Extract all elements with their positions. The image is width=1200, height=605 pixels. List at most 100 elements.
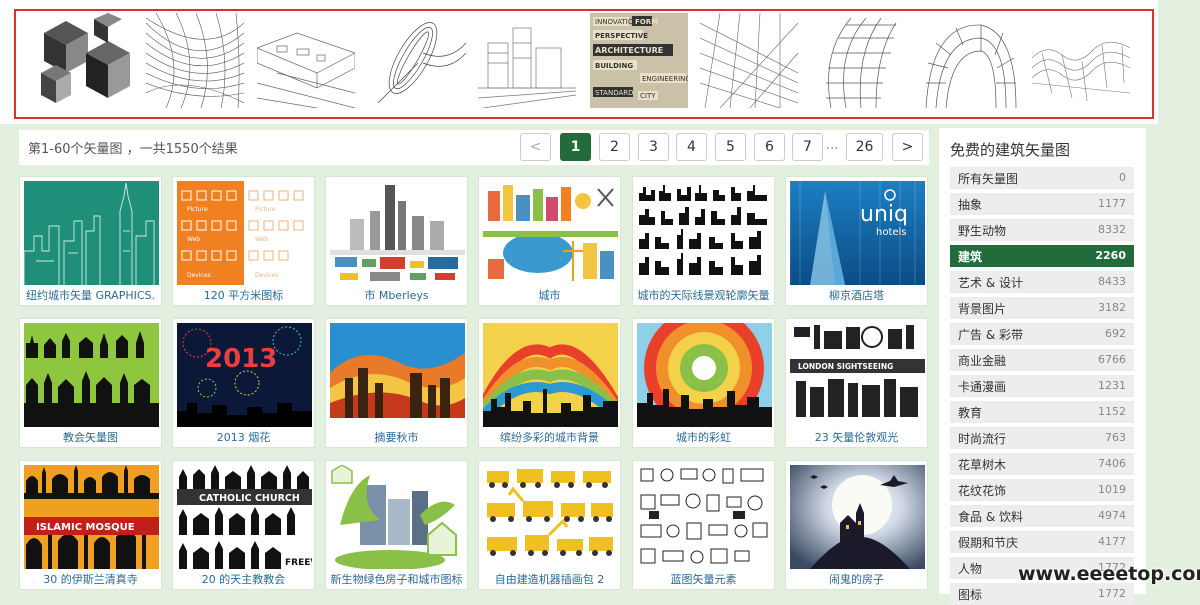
sidebar-item-label: 背景图片 (958, 302, 1007, 316)
gallery-card[interactable]: 摘要秋市 (325, 318, 468, 448)
card-caption[interactable]: 蓝图矢量元素 (635, 571, 772, 587)
gallery-card[interactable]: 闹鬼的房子 (785, 460, 928, 590)
sidebar-item-food-drink[interactable]: 食品 & 饮料 4974 (950, 505, 1134, 527)
picture-label: Picture (187, 206, 208, 213)
autumn-city-icon (330, 323, 465, 427)
sidebar-item-count: 8332 (1098, 223, 1126, 236)
card-caption[interactable]: 2013 烟花 (175, 429, 312, 445)
sidebar-item-label: 建筑 (958, 250, 983, 264)
page-7-button[interactable]: 7 (792, 133, 823, 161)
gallery-card[interactable]: 蓝图矢量元素 (632, 460, 775, 590)
next-page-button[interactable]: > (892, 133, 923, 161)
card-caption[interactable]: 缤纷多彩的城市背景 (481, 429, 618, 445)
sidebar-item-label: 图标 (958, 588, 983, 602)
sidebar-item-ads-banners[interactable]: 广告 & 彩带 692 (950, 323, 1134, 345)
sidebar-title: 免费的建筑矢量图 (950, 141, 1071, 159)
sidebar-item-plants[interactable]: 花草树木 7406 (950, 453, 1134, 475)
page-1-button[interactable]: 1 (560, 133, 591, 161)
page-last-button[interactable]: 26 (846, 133, 883, 161)
sidebar-item-label: 卡通漫画 (958, 380, 1007, 394)
teal-skyline-icon (24, 181, 159, 285)
sidebar-item-architecture[interactable]: 建筑 2260 (950, 245, 1134, 267)
sidebar-item-business[interactable]: 商业金融 6766 (950, 349, 1134, 371)
gallery-card[interactable]: ISLAMIC MOSQUE 30 的伊斯兰清真寺 (19, 460, 162, 590)
page-5-button[interactable]: 5 (715, 133, 746, 161)
sidebar-item-backgrounds[interactable]: 背景图片 3182 (950, 297, 1134, 319)
year-text: 2013 (205, 344, 277, 374)
site-watermark: www.eeeetop.com (1018, 563, 1200, 585)
gallery-card[interactable]: 自由建造机器插画包 2 (478, 460, 621, 590)
gallery-card[interactable]: Picture Picture Web Web Devices Devices 120… (172, 176, 315, 306)
gallery-card[interactable]: CATHOLIC CHURCH FREEVE 20 的天主教教会 (172, 460, 315, 590)
card-caption[interactable]: 市 Mberleys (328, 287, 465, 303)
card-caption[interactable]: 30 的伊斯兰清真寺 (22, 571, 159, 587)
card-caption[interactable]: 城市的彩虹 (635, 429, 772, 445)
page-6-button[interactable]: 6 (754, 133, 785, 161)
card-caption[interactable]: 闹鬼的房子 (788, 571, 925, 587)
sidebar-item-fashion[interactable]: 时尚流行 763 (950, 427, 1134, 449)
sidebar-item-cartoon[interactable]: 卡通漫画 1231 (950, 375, 1134, 397)
gallery-card[interactable]: 城市 (478, 176, 621, 306)
free-text: FREEVE (285, 558, 312, 568)
sidebar-item-label: 时尚流行 (958, 432, 1007, 446)
sidebar-item-icons[interactable]: 图标 1772 (950, 583, 1134, 605)
sidebar-item-art-design[interactable]: 艺术 & 设计 8433 (950, 271, 1134, 293)
results-summary: 第1-60个矢量图 ，一共1550个结果 (28, 142, 238, 157)
page-2-button[interactable]: 2 (599, 133, 630, 161)
gallery-card[interactable]: 城市的彩虹 (632, 318, 775, 448)
sidebar-item-count: 1019 (1098, 483, 1126, 496)
city-street-icon (330, 181, 465, 285)
sidebar-item-count: 8433 (1098, 275, 1126, 288)
orange-icon-sheet-icon: Picture Picture Web Web Devices Devices (177, 181, 312, 285)
web-label: Web (187, 236, 200, 243)
gallery-card[interactable]: 新生物绿色房子和城市图标 (325, 460, 468, 590)
sidebar-item-label: 艺术 & 设计 (958, 276, 1023, 290)
gallery-card[interactable]: uniq hotels 柳京酒店塔 (785, 176, 928, 306)
pagination-ellipsis: ... (826, 138, 839, 153)
fireworks-icon: 2013 (177, 323, 312, 427)
card-caption[interactable]: 23 矢量伦敦观光 (788, 429, 925, 445)
sidebar-item-label: 食品 & 饮料 (958, 510, 1023, 524)
green-house-icon (330, 465, 465, 569)
prev-page-button[interactable]: < (520, 133, 551, 161)
gallery-card[interactable]: 2013 2013 烟花 (172, 318, 315, 448)
haunted-house-icon (790, 465, 925, 569)
sidebar-item-holidays[interactable]: 假期和节庆 4177 (950, 531, 1134, 553)
sidebar-item-label: 所有矢量图 (958, 172, 1019, 186)
sidebar-item-ornaments[interactable]: 花纹花饰 1019 (950, 479, 1134, 501)
card-caption[interactable]: 20 的天主教教会 (175, 571, 312, 587)
gallery-card[interactable]: 市 Mberleys (325, 176, 468, 306)
card-caption[interactable]: 城市 (481, 287, 618, 303)
sidebar-item-abstract[interactable]: 抽象 1177 (950, 193, 1134, 215)
rainbow-city-icon (483, 323, 618, 427)
sidebar-item-education[interactable]: 教育 1152 (950, 401, 1134, 423)
sidebar-item-label: 教育 (958, 406, 983, 420)
sidebar-item-count: 3182 (1098, 301, 1126, 314)
sidebar-item-count: 2260 (1095, 249, 1126, 262)
page-3-button[interactable]: 3 (638, 133, 669, 161)
card-caption[interactable]: 新生物绿色房子和城市图标 (328, 571, 465, 587)
sidebar-item-count: 4974 (1098, 509, 1126, 522)
sidebar-item-label: 野生动物 (958, 224, 1007, 238)
gallery-card[interactable]: 教会矢量图 (19, 318, 162, 448)
sidebar-item-count: 692 (1105, 327, 1126, 340)
card-caption[interactable]: 城市的天际线景观轮廓矢量 (635, 287, 772, 303)
sidebar-item-label: 花纹花饰 (958, 484, 1007, 498)
sidebar-item-all-vectors[interactable]: 所有矢量图 0 (950, 167, 1134, 189)
sidebar-item-label: 人物 (958, 562, 983, 576)
gallery-card[interactable]: 纽约城市矢量 GRAPHICS. (19, 176, 162, 306)
card-caption[interactable]: 教会矢量图 (22, 429, 159, 445)
gallery-card[interactable]: LONDON SIGHTSEEING 23 矢量伦敦观光 (785, 318, 928, 448)
gallery-card[interactable]: 缤纷多彩的城市背景 (478, 318, 621, 448)
card-caption[interactable]: 纽约城市矢量 GRAPHICS. (22, 287, 159, 303)
skyline-silhouettes-icon (637, 181, 772, 285)
sidebar-item-count: 4177 (1098, 535, 1126, 548)
card-caption[interactable]: 自由建造机器插画包 2 (481, 571, 618, 587)
card-caption[interactable]: 摘要秋市 (328, 429, 465, 445)
sidebar-item-wildlife[interactable]: 野生动物 8332 (950, 219, 1134, 241)
page-4-button[interactable]: 4 (676, 133, 707, 161)
card-caption[interactable]: 柳京酒店塔 (788, 287, 925, 303)
gallery-card[interactable]: 城市的天际线景观轮廓矢量 (632, 176, 775, 306)
london-landmarks-icon: LONDON SIGHTSEEING (790, 323, 925, 427)
card-caption[interactable]: 120 平方米图标 (175, 287, 312, 303)
